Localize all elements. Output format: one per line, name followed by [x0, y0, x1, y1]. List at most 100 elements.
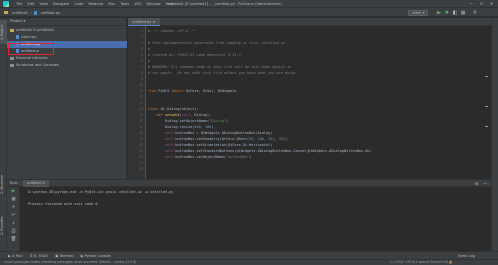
- tree-item[interactable]: untitled1 E:\untitled1: [7, 27, 127, 34]
- editor-tab-bar: untitled.py ×: [128, 18, 491, 26]
- menu-item-file[interactable]: File: [14, 1, 25, 7]
- maximize-button[interactable]: ☐: [477, 1, 486, 7]
- python-file-icon: [33, 10, 37, 15]
- menu-item-tools[interactable]: Tools: [118, 1, 132, 7]
- code-line[interactable]: self.buttonBox.setStandardButtons(QtWidg…: [148, 149, 372, 154]
- menu-item-refactor[interactable]: Refactor: [86, 1, 106, 7]
- window-title: untitled1 [E:\untitled1] - ...\untitled.…: [168, 2, 282, 6]
- code-line[interactable]: def setupUi(self, Dialog):: [148, 113, 211, 118]
- menu-item-edit[interactable]: Edit: [25, 1, 37, 7]
- code-editor[interactable]: 1 2 3 4 5 6 7 8 9 10 11 12 13 14 15 16 17 18 19 20 21 22 23 24 …: [128, 26, 491, 179]
- code-line[interactable]: #: [148, 47, 150, 52]
- settings-gear-icon[interactable]: ⚙: [475, 180, 479, 187]
- console-line: D:\python-38\python.exe -m PyQt5.uic.pyu…: [28, 190, 174, 194]
- breadcrumb-file[interactable]: untitled.py: [41, 11, 60, 15]
- code-line[interactable]: self.buttonBox.setObjectName("buttonBox"…: [148, 155, 251, 160]
- tree-item[interactable]: Scratches and Consoles: [7, 62, 127, 69]
- breadcrumb: untitled1 › untitled.py: [4, 9, 60, 16]
- line-number: 19: [139, 137, 143, 141]
- line-number: 1: [141, 29, 143, 33]
- title-bar: File Edit View Navigate Code Refactor Run Tools…: [0, 0, 498, 8]
- folder-icon: [10, 28, 14, 32]
- line-number: 14: [139, 107, 143, 111]
- menu-item-view[interactable]: View: [37, 1, 51, 7]
- line-number: 18: [139, 131, 143, 135]
- soft-wrap-icon[interactable]: ↵: [10, 213, 17, 219]
- status-indicators[interactable]: 1:1 CRLF UTF-8 4 spaces Python 3.8 🔒: [390, 260, 453, 265]
- code-line[interactable]: #: [148, 59, 150, 64]
- tab-structure[interactable]: 2: Structure: [0, 168, 7, 202]
- scroll-to-end-icon[interactable]: ⇣: [10, 221, 17, 227]
- breadcrumb-separator-icon: ›: [30, 10, 32, 15]
- menu-item-run[interactable]: Run: [106, 1, 118, 7]
- warning-stripe-marker[interactable]: [485, 76, 488, 77]
- code-line[interactable]: self.buttonBox.setOrientation(QtCore.Qt.…: [148, 143, 273, 148]
- print-icon[interactable]: ⎙: [10, 229, 17, 235]
- tree-item-label: External Libraries: [16, 56, 48, 60]
- line-number: 11: [139, 89, 143, 93]
- menu-item-code[interactable]: Code: [72, 1, 86, 7]
- line-number: 5: [141, 53, 143, 57]
- menu-item-window[interactable]: Window: [144, 1, 163, 7]
- menu-item-vcs[interactable]: VCS: [132, 1, 144, 7]
- tab-favorites[interactable]: 2: Favorites: [0, 208, 7, 244]
- warning-stripe-marker[interactable]: [485, 126, 488, 127]
- code-line[interactable]: Dialog.setObjectName("Dialog"): [148, 119, 228, 124]
- run-panel-header: Run: untitled × ⚙ —: [7, 179, 491, 187]
- run-tab-untitled[interactable]: untitled ×: [23, 180, 50, 187]
- stop-icon[interactable]: ■: [10, 197, 17, 203]
- highlight-annotation-box: [8, 43, 54, 55]
- tree-item[interactable]: client.py: [7, 34, 127, 41]
- run-toolbar: ▶ ■ ⏸ ↵ ⇣ ⎙ 🗑: [7, 187, 20, 251]
- tree-item[interactable]: External Libraries: [7, 55, 127, 62]
- menu-item-navigate[interactable]: Navigate: [51, 1, 72, 7]
- coverage-icon[interactable]: ◧: [452, 10, 458, 16]
- line-number: 4: [141, 47, 143, 51]
- run-console-output[interactable]: D:\python-38\python.exe -m PyQt5.uic.pyu…: [20, 187, 491, 251]
- python-file-icon: [16, 35, 19, 39]
- editor-tab-untitled[interactable]: untitled.py ×: [128, 18, 160, 26]
- clear-all-icon[interactable]: 🗑: [10, 237, 17, 243]
- line-number: 10: [139, 83, 143, 87]
- console-line: Process finished with exit code 0: [28, 202, 98, 206]
- search-everywhere-icon[interactable]: ⚲: [472, 10, 478, 16]
- line-number: 15: [139, 113, 143, 117]
- line-number: 12: [139, 95, 143, 99]
- code-line[interactable]: # WARNING! All changes made in this file…: [148, 65, 291, 70]
- line-number: 6: [141, 59, 143, 63]
- minimize-button[interactable]: ─: [467, 1, 476, 7]
- tab-project[interactable]: 1: Project: [0, 20, 7, 44]
- breadcrumb-project[interactable]: untitled1: [12, 11, 28, 15]
- line-number-gutter: 1 2 3 4 5 6 7 8 9 10 11 12 13 14 15 16 17 18 19 20 21 22 23 24: [128, 26, 146, 179]
- status-message[interactable]: Install packages failed: Installing pack…: [4, 260, 136, 265]
- code-line[interactable]: from PyQt5 import QtCore, QtGui, QtWidge…: [148, 89, 237, 94]
- folder-icon: [4, 11, 8, 14]
- run-configuration-select[interactable]: client ▾: [408, 9, 429, 16]
- line-number: 21: [139, 149, 143, 153]
- code-line[interactable]: Dialog.resize(400, 300): [148, 125, 214, 130]
- tool-window-bar: ▶ 4: Run ☰ 6: TODO ▣ Terminal ▶ Python C…: [0, 251, 498, 259]
- close-window-button[interactable]: ✕: [487, 1, 496, 7]
- hide-panel-icon[interactable]: —: [483, 180, 487, 187]
- stop-icon[interactable]: ■: [460, 10, 466, 16]
- rerun-icon[interactable]: ▶: [10, 189, 17, 195]
- line-number: 16: [139, 119, 143, 123]
- run-icon[interactable]: ▶: [436, 10, 442, 16]
- code-line[interactable]: # Created by: PyQt5 UI code generator 5.…: [148, 53, 241, 58]
- code-line[interactable]: # Form implementation generated from rea…: [148, 41, 287, 46]
- tree-item-label: client.py: [21, 35, 37, 39]
- code-line[interactable]: class Ui_Dialog(object):: [148, 107, 199, 112]
- line-number: 23: [139, 161, 143, 165]
- code-line[interactable]: # run again. Do not edit this file unles…: [148, 71, 298, 76]
- code-line[interactable]: self.buttonBox.setGeometry(QtCore.QRect(…: [148, 137, 287, 142]
- warning-stripe-marker[interactable]: [485, 106, 488, 107]
- pause-icon[interactable]: ⏸: [10, 205, 17, 211]
- project-panel-header[interactable]: Project ▾: [7, 18, 127, 26]
- code-line[interactable]: # -*- coding: utf-8 -*-: [148, 29, 196, 34]
- tree-item-label: Scratches and Consoles: [16, 63, 59, 67]
- library-icon: [10, 56, 14, 60]
- debug-icon[interactable]: ✹: [444, 10, 450, 16]
- library-icon: [10, 63, 14, 67]
- run-label: Run:: [10, 181, 19, 185]
- code-line[interactable]: self.buttonBox = QtWidgets.QDialogButton…: [148, 131, 273, 136]
